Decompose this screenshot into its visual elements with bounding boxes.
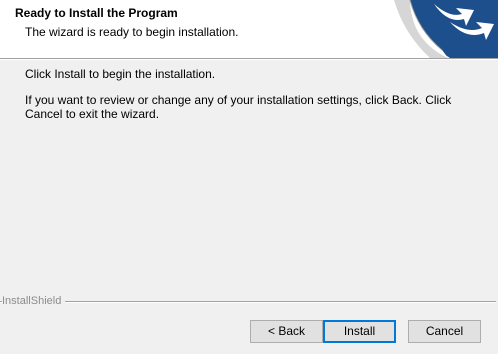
install-button[interactable]: Install	[323, 320, 396, 343]
wizard-header: Ready to Install the Program The wizard …	[0, 0, 498, 58]
review-settings-text: If you want to review or change any of y…	[25, 93, 452, 121]
header-divider	[0, 58, 498, 60]
back-button[interactable]: < Back	[250, 320, 323, 343]
installshield-brand-label: InstallShield	[2, 295, 66, 307]
installshield-arrow-graphic-icon	[394, 0, 498, 58]
page-subtitle: The wizard is ready to begin installatio…	[25, 25, 239, 39]
page-title: Ready to Install the Program	[15, 6, 178, 20]
cancel-button[interactable]: Cancel	[408, 320, 481, 343]
instruction-text: Click Install to begin the installation.	[25, 67, 216, 81]
footer-divider	[0, 301, 496, 303]
